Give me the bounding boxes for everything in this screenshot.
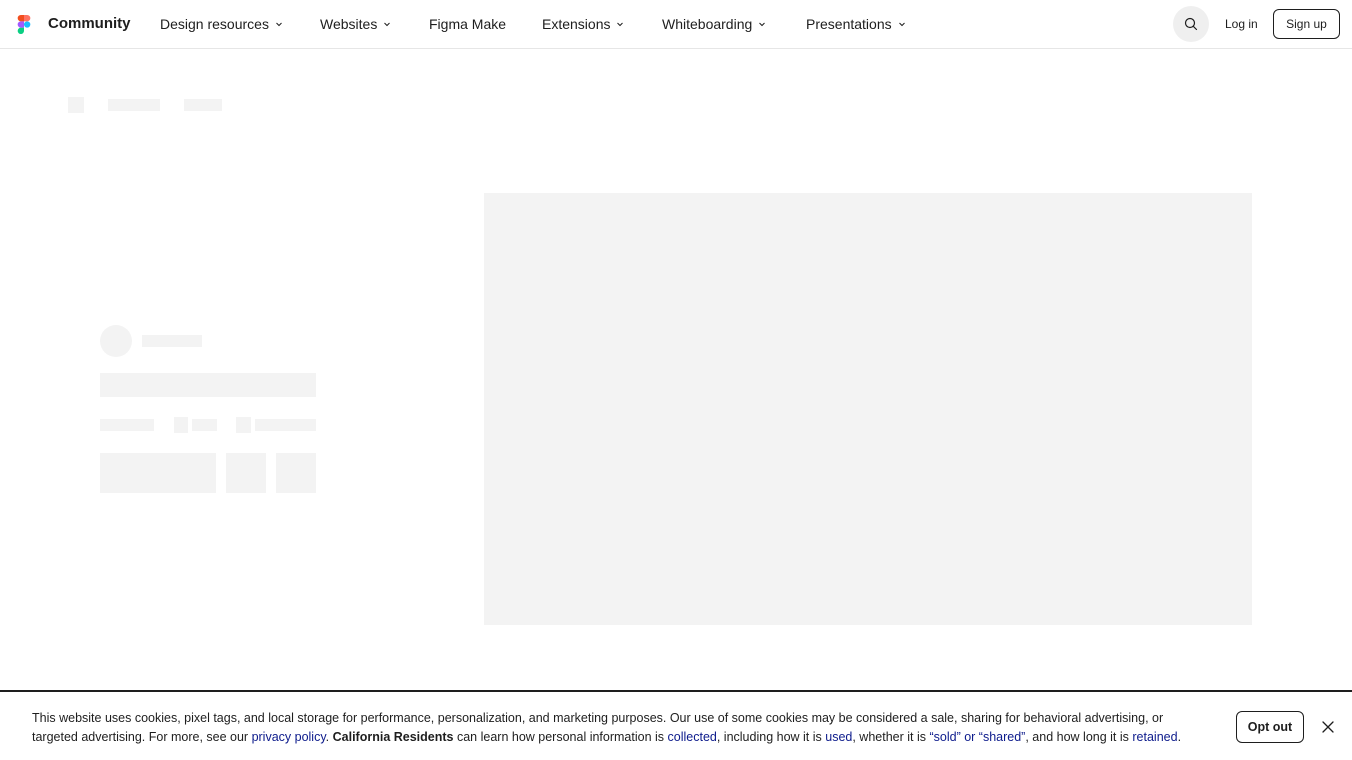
nav-label: Design resources: [160, 16, 269, 32]
author-name-placeholder: [142, 335, 202, 347]
cookie-text-segment: can learn how personal information is: [453, 730, 668, 744]
breadcrumb-icon-placeholder: [68, 97, 84, 113]
california-residents-label: California Residents: [332, 730, 454, 744]
breadcrumb-placeholder: [184, 99, 222, 111]
collected-link[interactable]: collected: [668, 730, 717, 744]
nav-extensions[interactable]: Extensions: [542, 16, 624, 32]
figma-logo-icon[interactable]: [17, 15, 31, 34]
chevron-down-icon: [617, 22, 624, 27]
search-button[interactable]: [1173, 6, 1209, 42]
title-placeholder: [100, 373, 316, 397]
cookie-banner: This website uses cookies, pixel tags, a…: [0, 690, 1352, 760]
meta-placeholder: [100, 419, 154, 431]
chevron-down-icon: [276, 22, 282, 27]
sold-or-shared-link[interactable]: “sold” or “shared”: [929, 730, 1025, 744]
top-nav-bar: Community Design resources Websites Figm…: [0, 0, 1352, 49]
nav-label: Whiteboarding: [662, 16, 753, 32]
avatar-placeholder: [100, 325, 132, 357]
chevron-down-icon: [759, 22, 766, 27]
cookie-text-segment: , and how long it is: [1025, 730, 1133, 744]
cookie-text-segment: .: [325, 730, 333, 744]
cookie-text-segment: .: [1177, 730, 1182, 744]
meta-icon-placeholder: [236, 417, 251, 433]
meta-placeholder: [192, 419, 217, 431]
meta-placeholder: [255, 419, 316, 431]
nav-figma-make[interactable]: Figma Make: [429, 16, 506, 32]
icon-button-placeholder: [226, 453, 266, 493]
chevron-down-icon: [384, 22, 391, 27]
retained-link[interactable]: retained: [1132, 730, 1177, 744]
login-link[interactable]: Log in: [1225, 17, 1258, 31]
nav-label: Websites: [320, 16, 378, 32]
search-icon: [1184, 17, 1198, 31]
opt-out-button[interactable]: Opt out: [1236, 711, 1304, 743]
primary-button-placeholder: [100, 453, 216, 493]
cookie-text-segment: , whether it is: [852, 730, 930, 744]
close-icon: [1322, 721, 1334, 733]
cookie-text-segment: , including how it is: [716, 730, 826, 744]
chevron-down-icon: [898, 22, 905, 27]
nav-label: Figma Make: [429, 16, 507, 32]
meta-icon-placeholder: [174, 417, 188, 433]
nav-presentations[interactable]: Presentations: [806, 16, 906, 32]
nav-label: Presentations: [806, 16, 892, 32]
nav-websites[interactable]: Websites: [320, 16, 391, 32]
nav-whiteboarding[interactable]: Whiteboarding: [662, 16, 766, 32]
brand-community-link[interactable]: Community: [48, 15, 131, 32]
icon-button-placeholder: [276, 453, 316, 493]
close-banner-button[interactable]: [1318, 717, 1338, 737]
nav-label: Extensions: [542, 16, 611, 32]
cookie-message: This website uses cookies, pixel tags, a…: [32, 709, 1212, 747]
nav-design-resources[interactable]: Design resources: [160, 16, 283, 32]
used-link[interactable]: used: [825, 730, 852, 744]
preview-image-placeholder: [484, 193, 1252, 625]
breadcrumb-placeholder: [108, 99, 160, 111]
privacy-policy-link[interactable]: privacy policy: [252, 730, 326, 744]
signup-button[interactable]: Sign up: [1273, 9, 1340, 39]
